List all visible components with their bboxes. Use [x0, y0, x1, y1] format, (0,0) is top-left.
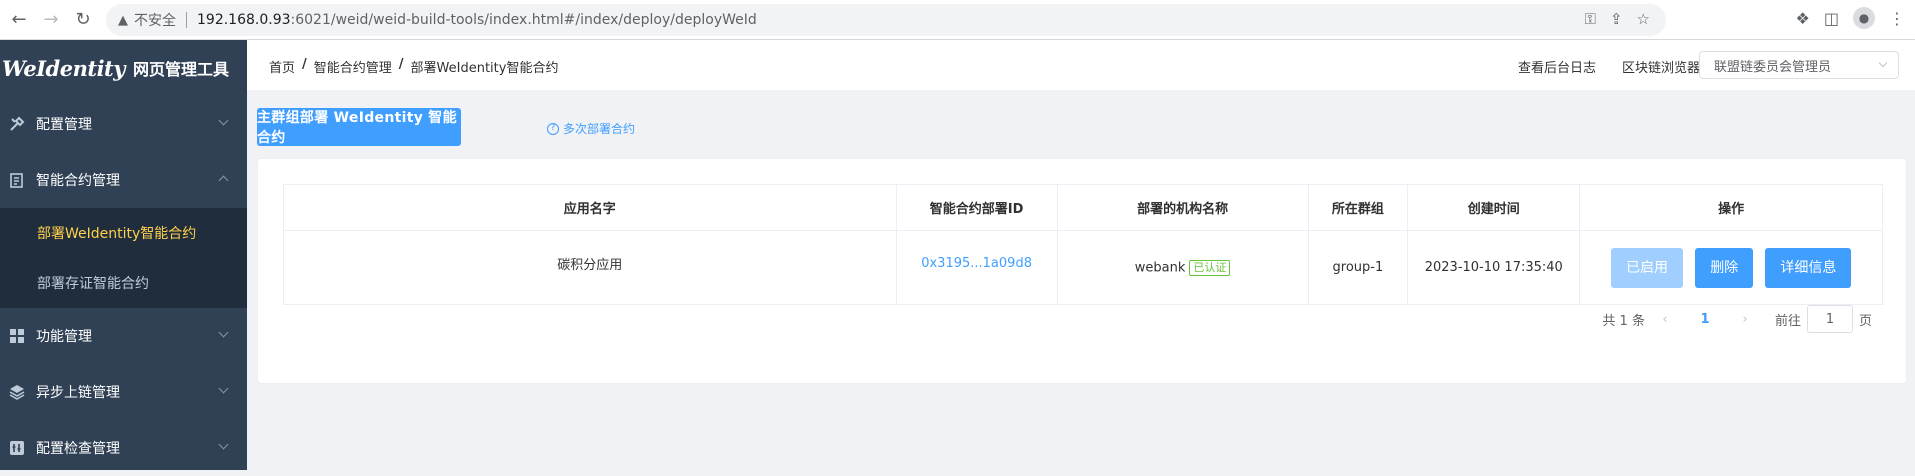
grid-icon [8, 327, 26, 345]
breadcrumb: 首页 / 智能合约管理 / 部署WeIdentity智能合约 [269, 57, 559, 76]
back-icon[interactable]: ← [6, 7, 32, 33]
breadcrumb-home[interactable]: 首页 [269, 57, 295, 76]
browser-toolbar: ← → ↻ ▲ 不安全 192.168.0.93 :6021/weid/weid… [0, 0, 1915, 40]
verified-badge: 已认证 [1189, 259, 1231, 276]
contract-submenu: 部署WeIdentity智能合约 部署存证智能合约 [0, 208, 247, 308]
enabled-button[interactable]: 已启用 [1611, 247, 1684, 288]
multi-deploy-link[interactable]: ? 多次部署合约 [547, 120, 635, 137]
contract-table: 应用名字 智能合约部署ID 部署的机构名称 所在群组 创建时间 操作 碳积分应用… [283, 184, 1883, 305]
prev-page-icon[interactable]: ‹ [1651, 312, 1679, 327]
sidebar: WeIdentity 网页管理工具 配置管理 智能合约管理 部署WeIdenti… [0, 40, 247, 470]
cell-org-name: webank 已认证 [1056, 230, 1309, 305]
chevron-down-icon [218, 327, 229, 338]
url-host: 192.168.0.93 [197, 12, 291, 28]
deploy-main-group-button[interactable]: 主群组部署 WeIdentity 智能合约 [257, 108, 461, 146]
side-panel-icon[interactable]: ◫ [1824, 9, 1839, 28]
check-icon [8, 439, 26, 457]
app-logo: WeIdentity 网页管理工具 [0, 40, 247, 96]
layers-icon [8, 383, 26, 401]
address-bar[interactable]: ▲ 不安全 192.168.0.93 :6021/weid/weid-build… [106, 4, 1666, 36]
main-content: 主群组部署 WeIdentity 智能合约 ? 多次部署合约 应用名字 智能合约… [247, 90, 1915, 470]
deploy-id-link[interactable]: 0x3195...1a09d8 [921, 256, 1032, 271]
menu-label: 智能合约管理 [36, 173, 120, 189]
tools-icon [8, 115, 26, 133]
breadcrumb-current: 部署WeIdentity智能合约 [410, 61, 559, 76]
role-select-value: 联盟链委员会管理员 [1714, 59, 1832, 75]
forward-icon[interactable]: → [38, 7, 64, 33]
menu-label: 配置检查管理 [36, 441, 120, 457]
submenu-item-deploy-evidence[interactable]: 部署存证智能合约 [0, 258, 247, 308]
chevron-down-icon [218, 439, 229, 450]
goto-page-input[interactable] [1806, 305, 1853, 333]
total-count: 共 1 条 [1602, 313, 1645, 329]
reload-icon[interactable]: ↻ [70, 7, 96, 33]
extensions-icon[interactable]: ❖ [1796, 9, 1810, 28]
cell-group: group-1 [1307, 230, 1409, 305]
top-header: 首页 / 智能合约管理 / 部署WeIdentity智能合约 查看后台日志 区块… [247, 40, 1915, 90]
menu-label: 异步上链管理 [36, 385, 120, 401]
menu-label: 功能管理 [36, 329, 92, 345]
more-menu-icon[interactable]: ⋮ [1889, 9, 1905, 28]
profile-avatar-icon[interactable]: ● [1853, 7, 1875, 29]
goto-label: 前往 [1774, 313, 1801, 329]
warning-icon: ▲ [118, 12, 128, 28]
menu-item-config-check[interactable]: 配置检查管理 [0, 420, 247, 476]
question-icon: ? [547, 122, 559, 135]
delete-button[interactable]: 删除 [1695, 247, 1754, 288]
cell-deploy-id: 0x3195...1a09d8 [895, 230, 1058, 305]
contract-card: 应用名字 智能合约部署ID 部署的机构名称 所在群组 创建时间 操作 碳积分应用… [257, 158, 1907, 384]
view-logs-link[interactable]: 查看后台日志 [1518, 57, 1596, 76]
pagination: 共 1 条 ‹ 1 › 前往 页 [1602, 305, 1872, 333]
role-select[interactable]: 联盟链委员会管理员 [1699, 51, 1899, 79]
page-suffix: 页 [1858, 313, 1872, 329]
table-row: 碳积分应用 0x3195...1a09d8 webank 已认证 group-1 … [283, 230, 1883, 305]
blockchain-explorer-link[interactable]: 区块链浏览器 [1622, 57, 1700, 76]
chevron-down-icon [218, 115, 229, 126]
chevron-down-icon [1878, 58, 1888, 68]
menu-item-async[interactable]: 异步上链管理 [0, 364, 247, 420]
col-group: 所在群组 [1307, 184, 1409, 231]
logo-mark: WeIdentity [2, 55, 125, 81]
page-number[interactable]: 1 [1691, 312, 1719, 327]
cell-created: 2023-10-10 17:35:40 [1407, 230, 1581, 305]
col-app-name: 应用名字 [283, 184, 897, 231]
share-icon[interactable]: ⇪ [1610, 10, 1623, 28]
submenu-item-deploy-weidentity[interactable]: 部署WeIdentity智能合约 [0, 208, 247, 258]
cell-actions: 已启用 删除 详细信息 [1579, 230, 1883, 305]
breadcrumb-contract[interactable]: 智能合约管理 [314, 57, 392, 76]
bookmark-star-icon[interactable]: ☆ [1637, 10, 1650, 28]
menu-label: 配置管理 [36, 117, 92, 133]
col-deploy-id: 智能合约部署ID [895, 184, 1058, 231]
menu-item-function[interactable]: 功能管理 [0, 308, 247, 364]
key-icon[interactable]: ⚿ [1585, 10, 1596, 28]
contract-icon [8, 171, 26, 189]
menu-item-contract[interactable]: 智能合约管理 [0, 152, 247, 208]
details-button[interactable]: 详细信息 [1765, 247, 1852, 288]
chevron-up-icon [218, 175, 229, 186]
table-header-row: 应用名字 智能合约部署ID 部署的机构名称 所在群组 创建时间 操作 [283, 184, 1883, 231]
chevron-down-icon [218, 383, 229, 394]
logo-text: 网页管理工具 [132, 60, 229, 79]
menu-item-config[interactable]: 配置管理 [0, 96, 247, 152]
url-path: :6021/weid/weid-build-tools/index.html#/… [290, 12, 757, 28]
col-actions: 操作 [1579, 184, 1883, 231]
multi-deploy-label: 多次部署合约 [563, 122, 636, 136]
col-created: 创建时间 [1407, 184, 1581, 231]
next-page-icon[interactable]: › [1731, 312, 1759, 327]
divider [186, 12, 187, 28]
insecure-label: 不安全 [134, 13, 176, 29]
col-org-name: 部署的机构名称 [1056, 184, 1309, 231]
cell-app-name: 碳积分应用 [283, 230, 897, 305]
